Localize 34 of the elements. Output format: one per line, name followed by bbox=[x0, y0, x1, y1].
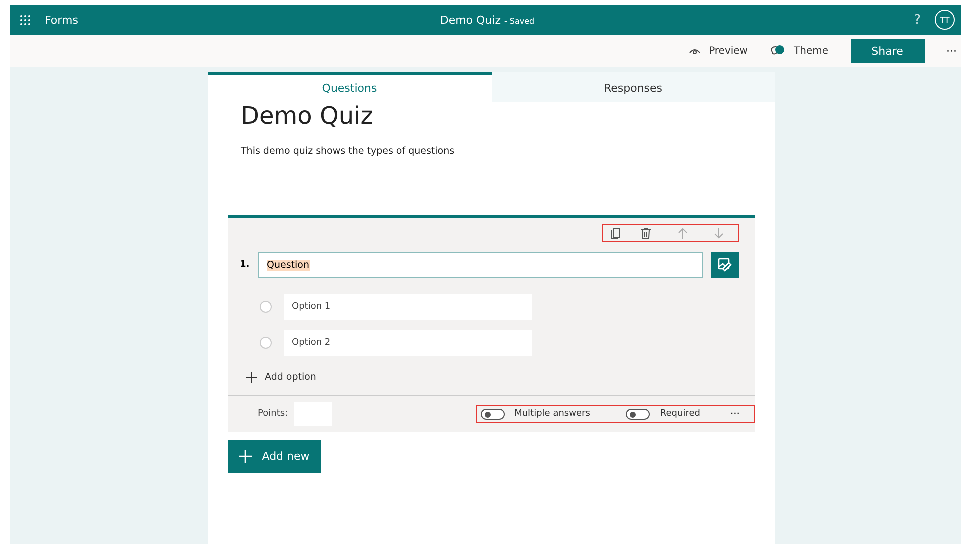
add-new-button[interactable]: Add new bbox=[228, 440, 321, 473]
app-launcher-icon[interactable] bbox=[20, 14, 31, 26]
add-option-button[interactable]: Add option bbox=[246, 372, 316, 383]
form-title[interactable]: Demo Quiz bbox=[208, 102, 775, 130]
question-field[interactable]: Question bbox=[258, 252, 703, 278]
eye-icon bbox=[689, 47, 702, 55]
toggle-label: Required bbox=[660, 409, 700, 419]
tab[interactable]: Responses bbox=[492, 72, 775, 102]
help-button[interactable]: ? bbox=[914, 12, 921, 28]
avatar[interactable]: TT bbox=[935, 10, 955, 30]
question-number: 1. bbox=[240, 260, 250, 270]
preview-button[interactable]: Preview bbox=[709, 46, 748, 56]
more-button[interactable]: ··· bbox=[946, 44, 957, 58]
toggle-label: Multiple answers bbox=[514, 409, 590, 419]
toggle-switch[interactable] bbox=[480, 408, 505, 420]
insert-media-button[interactable] bbox=[711, 252, 739, 278]
copy-icon[interactable] bbox=[611, 228, 621, 238]
radio-button[interactable] bbox=[260, 337, 272, 349]
toggle-switch[interactable] bbox=[626, 408, 650, 420]
option-field[interactable]: Option 2 bbox=[284, 330, 532, 356]
theme-button[interactable]: Theme bbox=[794, 46, 828, 56]
save-status: - Saved bbox=[504, 16, 535, 26]
points-label: Points: bbox=[258, 409, 288, 419]
more-options-button[interactable]: ··· bbox=[730, 408, 740, 420]
app-name[interactable]: Forms bbox=[45, 14, 78, 26]
share-button[interactable]: Share bbox=[850, 39, 924, 63]
image-edit-icon bbox=[718, 258, 732, 272]
plus-icon bbox=[246, 372, 257, 383]
plus-icon bbox=[239, 450, 252, 463]
radio-button[interactable] bbox=[260, 301, 272, 313]
palette-icon bbox=[770, 45, 786, 57]
form-description[interactable]: This demo quiz shows the types of questions bbox=[241, 146, 775, 157]
document-title: Demo Quiz bbox=[440, 14, 501, 26]
option-field[interactable]: Option 1 bbox=[284, 294, 532, 320]
